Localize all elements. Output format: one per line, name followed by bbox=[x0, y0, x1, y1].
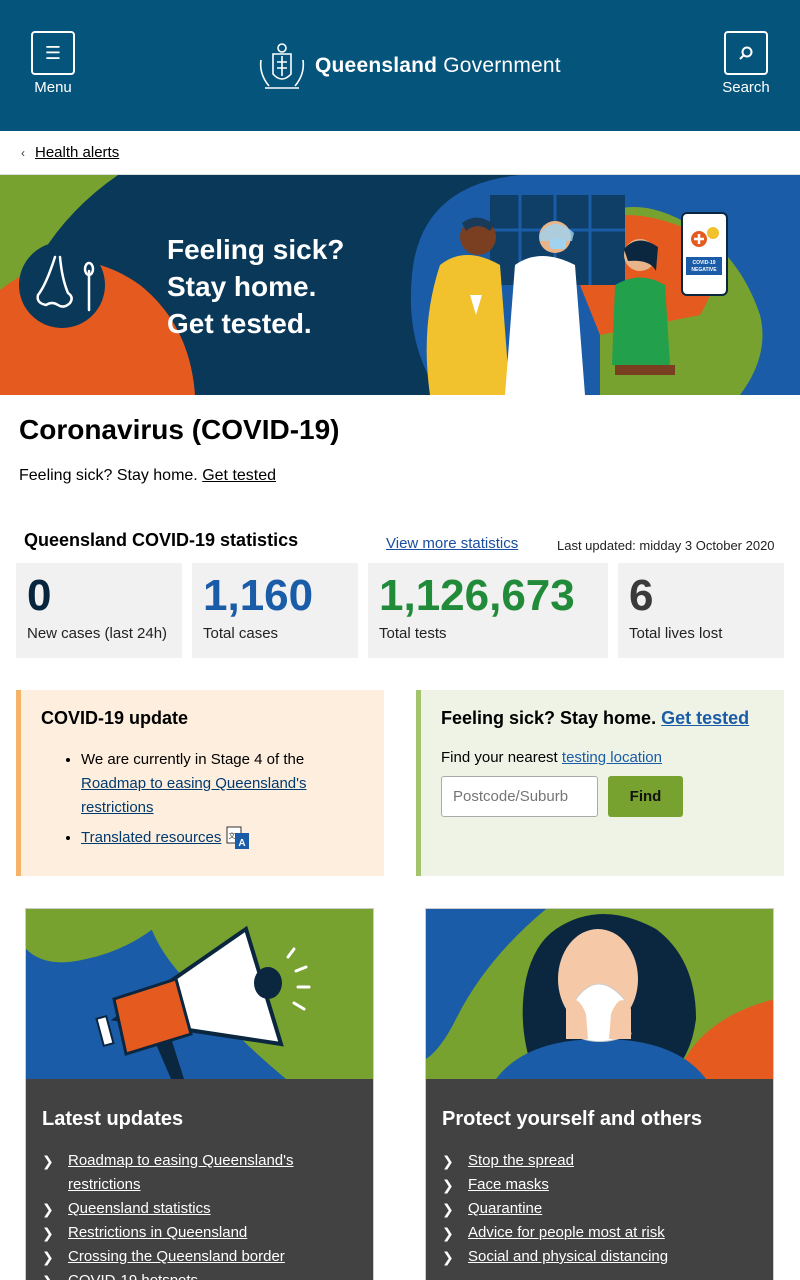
logo-word-government: Government bbox=[443, 54, 561, 77]
list-item: ❯ Roadmap to easing Queensland's restrict… bbox=[42, 1149, 352, 1197]
logo-word-queensland: Queensland bbox=[315, 54, 438, 77]
list-item: ❯ Restrictions in Queensland bbox=[42, 1221, 352, 1245]
covid-update-list: We are currently in Stage 4 of the Roadm… bbox=[81, 748, 341, 856]
svg-text:COVID-19: COVID-19 bbox=[692, 260, 715, 266]
find-button[interactable]: Find bbox=[608, 776, 683, 817]
qld-government-logo[interactable]: Queensland Government bbox=[255, 40, 561, 92]
list-item: ❯ Crossing the Queensland border bbox=[42, 1245, 352, 1269]
hamburger-icon: ☰ bbox=[44, 42, 62, 63]
card-link[interactable]: Social and physical distancing bbox=[468, 1248, 668, 1265]
protect-yourself-title: Protect yourself and others bbox=[442, 1108, 703, 1130]
testing-location-link[interactable]: testing location bbox=[562, 749, 662, 766]
feeling-sick-title: Feeling sick? Stay home. Get tested bbox=[441, 708, 750, 728]
card-link[interactable]: Advice for people most at risk bbox=[468, 1224, 665, 1241]
hero-line-3: Get tested. bbox=[167, 308, 312, 339]
svg-text:NEGATIVE: NEGATIVE bbox=[691, 267, 717, 273]
svg-text:文: 文 bbox=[228, 831, 235, 840]
intro-get-tested-link[interactable]: Get tested bbox=[202, 467, 276, 484]
breadcrumb-health-alerts[interactable]: Health alerts bbox=[35, 144, 119, 161]
card-link[interactable]: COVID-19 hotspots bbox=[68, 1272, 198, 1280]
hero-message: Feeling sick? Stay home. Get tested. bbox=[167, 231, 344, 342]
card-link[interactable]: Stop the spread bbox=[468, 1152, 574, 1169]
chevron-right-icon: ❯ bbox=[442, 1249, 454, 1265]
chevron-right-icon: ❯ bbox=[42, 1225, 54, 1241]
covid-update-title: COVID-19 update bbox=[41, 708, 189, 728]
search-icon bbox=[739, 46, 753, 60]
card-link[interactable]: Crossing the Queensland border bbox=[68, 1248, 285, 1265]
get-tested-link[interactable]: Get tested bbox=[661, 708, 749, 728]
translated-resources-link[interactable]: Translated resources bbox=[81, 829, 221, 846]
stat-label: New cases (last 24h) bbox=[27, 625, 168, 642]
translate-icon: A 文 bbox=[226, 826, 249, 849]
stat-label: Total lives lost bbox=[629, 625, 723, 642]
chevron-right-icon: ❯ bbox=[442, 1177, 454, 1193]
page-title: Coronavirus (COVID-19) bbox=[19, 414, 340, 445]
card-link[interactable]: Queensland statistics bbox=[68, 1200, 211, 1217]
stage-text: We are currently in Stage 4 of the bbox=[81, 751, 305, 768]
stat-value: 0 bbox=[27, 571, 52, 620]
list-item: ❯ Face masks bbox=[442, 1173, 752, 1197]
stat-label: Total tests bbox=[379, 625, 447, 642]
chevron-right-icon: ❯ bbox=[442, 1225, 454, 1241]
sneezing-person-icon bbox=[426, 909, 773, 1079]
chevron-right-icon: ❯ bbox=[442, 1201, 454, 1217]
card-link[interactable]: Quarantine bbox=[468, 1200, 542, 1217]
hero-illustration: COVID-19 NEGATIVE bbox=[0, 175, 800, 395]
stat-label: Total cases bbox=[203, 625, 279, 642]
list-item: Translated resources A 文 bbox=[81, 825, 341, 851]
feeling-sick-box: Feeling sick? Stay home. Get tested Find… bbox=[416, 690, 784, 876]
list-item: ❯ Queensland statistics bbox=[42, 1197, 352, 1221]
chevron-left-icon: ‹ bbox=[21, 146, 25, 160]
search-button[interactable] bbox=[724, 31, 768, 75]
hero-banner: COVID-19 NEGATIVE Feeling sick? Stay hom… bbox=[0, 175, 800, 395]
megaphone-icon bbox=[26, 909, 373, 1079]
view-more-statistics-link[interactable]: View more statistics bbox=[386, 535, 518, 552]
protect-yourself-card: Protect yourself and others ❯ Stop the sp… bbox=[425, 908, 774, 1280]
svg-text:A: A bbox=[238, 838, 245, 849]
stat-value: 6 bbox=[629, 571, 654, 620]
hero-line-1: Feeling sick? bbox=[167, 234, 345, 265]
latest-updates-list: ❯ Roadmap to easing Queensland's restrict… bbox=[42, 1149, 352, 1280]
stat-total-cases: 1,160 Total cases bbox=[192, 563, 358, 658]
find-testing-text: Find your nearest testing location bbox=[441, 749, 662, 766]
list-item: ❯ Stop the spread bbox=[442, 1149, 752, 1173]
postcode-suburb-input[interactable] bbox=[441, 776, 598, 817]
protect-yourself-list: ❯ Stop the spread ❯ Face masks ❯ Quarantine… bbox=[442, 1149, 752, 1269]
chevron-right-icon: ❯ bbox=[42, 1269, 54, 1280]
latest-updates-card: Latest updates ❯ Roadmap to easing Queens… bbox=[25, 908, 374, 1280]
stat-total-tests: 1,126,673 Total tests bbox=[368, 563, 608, 658]
breadcrumb: ‹ Health alerts bbox=[0, 131, 800, 175]
chevron-right-icon: ❯ bbox=[442, 1153, 454, 1169]
coat-of-arms-icon bbox=[259, 43, 305, 89]
hero-line-2: Stay home. bbox=[167, 271, 317, 302]
stats-title: Queensland COVID-19 statistics bbox=[24, 530, 299, 550]
intro-text: Feeling sick? Stay home. Get tested bbox=[19, 467, 276, 485]
megaphone-image bbox=[26, 909, 373, 1079]
chevron-right-icon: ❯ bbox=[42, 1153, 54, 1169]
stats-updated: Last updated: midday 3 October 2020 bbox=[557, 538, 775, 553]
sneezing-person-image bbox=[426, 909, 773, 1079]
menu-button[interactable]: ☰ bbox=[31, 31, 75, 75]
site-header: ☰ Menu Queensland Government Search bbox=[0, 0, 800, 131]
list-item: We are currently in Stage 4 of the Roadm… bbox=[81, 748, 341, 820]
covid-update-box: COVID-19 update We are currently in Stag… bbox=[16, 690, 384, 876]
list-item: ❯ COVID-19 hotspots bbox=[42, 1269, 352, 1280]
chevron-right-icon: ❯ bbox=[42, 1249, 54, 1265]
roadmap-link[interactable]: Roadmap to easing Queensland's restricti… bbox=[81, 775, 307, 816]
chevron-right-icon: ❯ bbox=[42, 1201, 54, 1217]
stat-value: 1,126,673 bbox=[379, 571, 575, 620]
menu-label[interactable]: Menu bbox=[13, 79, 93, 96]
card-link[interactable]: Face masks bbox=[468, 1176, 549, 1193]
stat-new-cases: 0 New cases (last 24h) bbox=[16, 563, 182, 658]
intro-label: Feeling sick? Stay home. bbox=[19, 467, 198, 484]
stat-lives-lost: 6 Total lives lost bbox=[618, 563, 784, 658]
list-item: ❯ Advice for people most at risk bbox=[442, 1221, 752, 1245]
card-link[interactable]: Restrictions in Queensland bbox=[68, 1224, 247, 1241]
card-link[interactable]: Roadmap to easing Queensland's restricti… bbox=[68, 1152, 294, 1193]
search-label[interactable]: Search bbox=[706, 79, 786, 96]
list-item: ❯ Quarantine bbox=[442, 1197, 752, 1221]
stat-value: 1,160 bbox=[203, 571, 314, 620]
latest-updates-title: Latest updates bbox=[42, 1108, 184, 1130]
list-item: ❯ Social and physical distancing bbox=[442, 1245, 752, 1269]
